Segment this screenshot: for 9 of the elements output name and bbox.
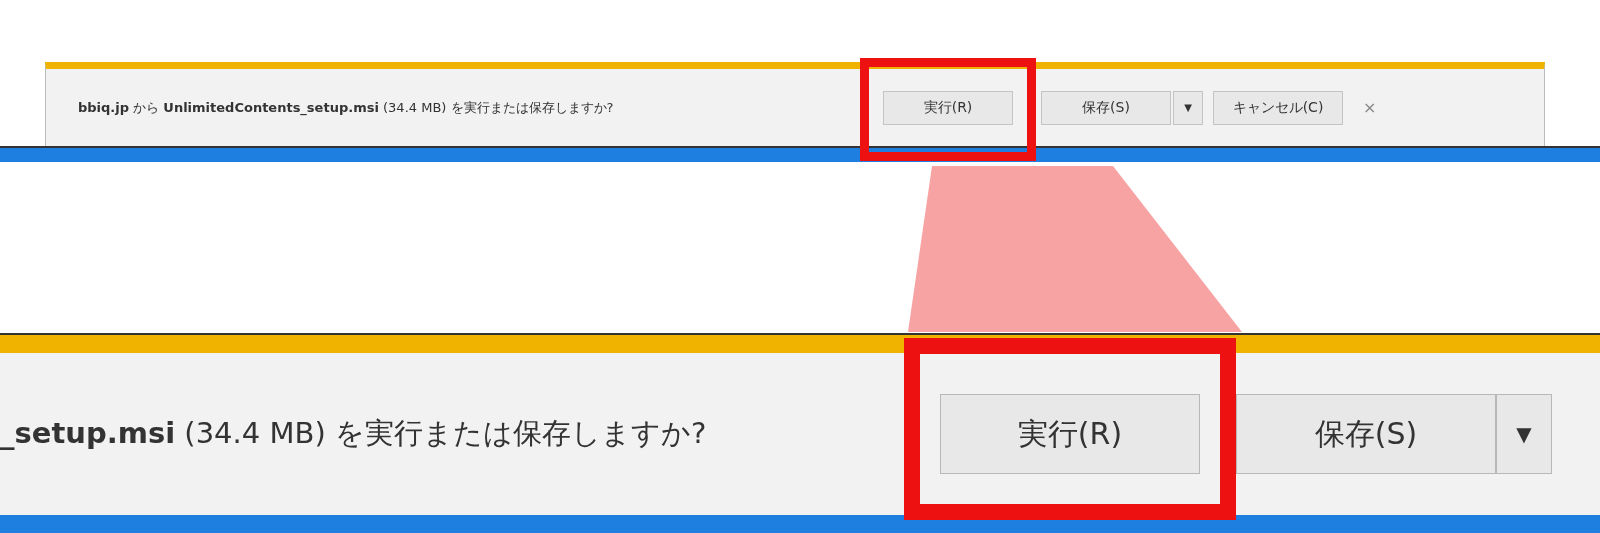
action-button[interactable]: 実行(R) <box>940 394 1200 474</box>
action-button[interactable]: 保存(S) <box>1041 90 1171 125</box>
download-message: bbiq.jp から UnlimitedContents_setup.msi (34.4 MB) を実行または保存しますか? <box>78 98 615 117</box>
dropdown-button[interactable]: ▼ <box>1496 394 1552 474</box>
action-button[interactable]: 保存(S) <box>1236 394 1496 474</box>
download-message: _setup.msi (34.4 MB) を実行または保存しますか? <box>0 415 708 452</box>
dropdown-button[interactable]: ▼ <box>1173 90 1203 125</box>
action-button[interactable]: 実行(R) <box>883 90 1013 125</box>
action-button[interactable]: キャンセル(C) <box>1213 90 1343 125</box>
